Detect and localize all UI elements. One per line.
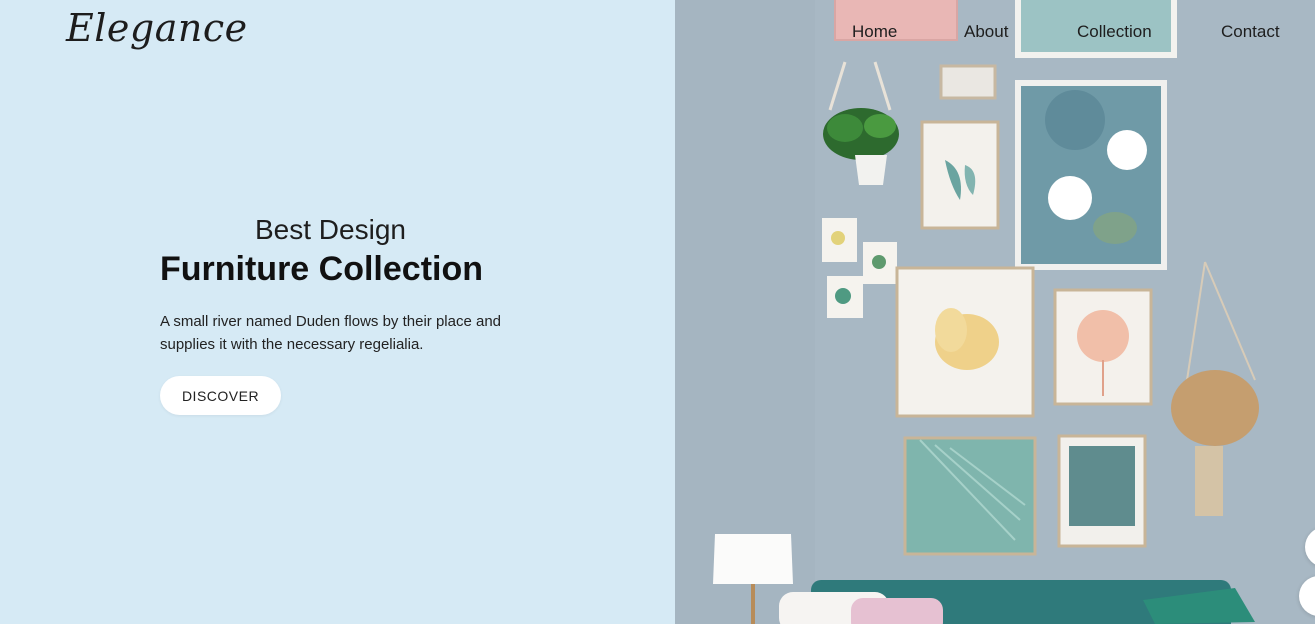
nav-contact[interactable]: Contact <box>1221 22 1280 42</box>
hero-description: A small river named Duden flows by their… <box>160 313 502 353</box>
page: Elegance Best Design Furniture Collectio… <box>0 0 1315 624</box>
hero-subtitle: Best Design <box>255 214 406 245</box>
gallery-wall-illustration <box>675 0 1315 624</box>
nav-about[interactable]: About <box>964 22 1008 42</box>
discover-button[interactable]: DISCOVER <box>160 376 281 415</box>
hero-image <box>675 0 1315 624</box>
hero-left-panel: Elegance Best Design Furniture Collectio… <box>0 0 675 624</box>
nav-home[interactable]: Home <box>852 22 897 42</box>
nav-collection[interactable]: Collection <box>1077 22 1152 42</box>
hero-title: Furniture Collection <box>160 250 483 288</box>
main-nav: Home About Collection Contact <box>0 22 1315 46</box>
